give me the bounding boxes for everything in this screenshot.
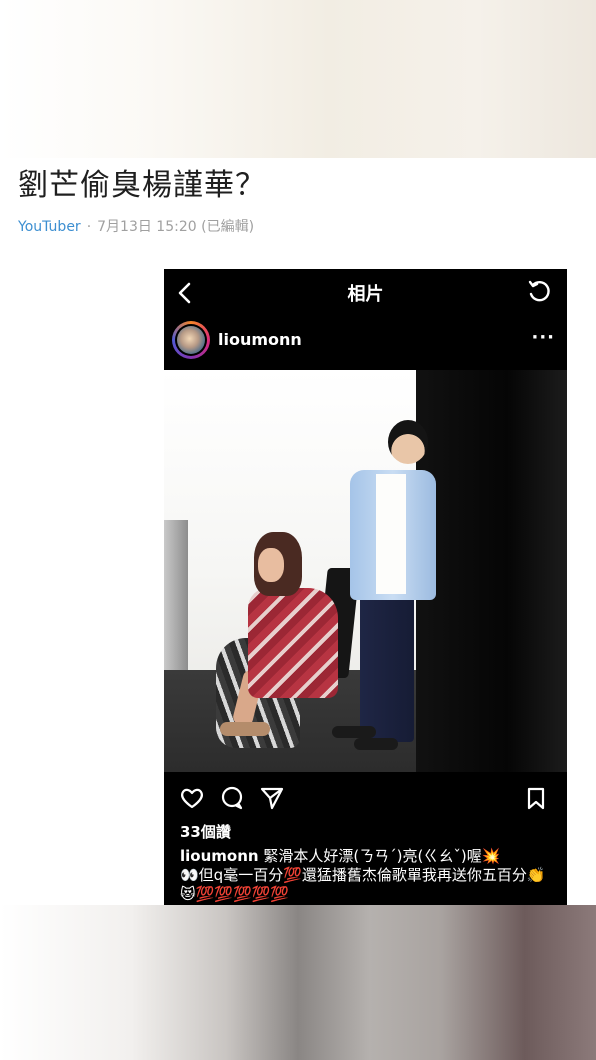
username[interactable]: lioumonn bbox=[218, 330, 302, 349]
heart-icon[interactable] bbox=[178, 784, 206, 812]
post-actions bbox=[164, 772, 567, 822]
top-blurred-image bbox=[0, 0, 596, 158]
post-date: 7月13日 15:20 (已編輯) bbox=[97, 219, 255, 235]
ig-post-header: lioumonn ··· bbox=[164, 317, 567, 369]
post-caption: lioumonn 緊滑本人好漂(ㄋㄢˊ)亮(ㄍㄠˇ)喔💥 👀但q毫一百分💯還猛播… bbox=[180, 847, 556, 904]
ig-nav-bar: 相片 bbox=[164, 269, 567, 315]
author-link[interactable]: YouTuber bbox=[18, 219, 81, 235]
bookmark-icon[interactable] bbox=[522, 784, 550, 812]
more-options-icon[interactable]: ··· bbox=[531, 327, 555, 348]
refresh-icon[interactable] bbox=[525, 278, 553, 306]
article-meta: YouTuber · 7月13日 15:20 (已編輯) bbox=[18, 216, 254, 236]
caption-username[interactable]: lioumonn bbox=[180, 847, 259, 865]
nav-title: 相片 bbox=[347, 284, 384, 305]
comment-icon[interactable] bbox=[218, 784, 246, 812]
instagram-screenshot: 相片 lioumonn ··· 33個讚 lioumonn 緊滑本人好漂(ㄋㄢˊ… bbox=[164, 269, 567, 905]
bottom-blurred-image bbox=[0, 905, 596, 1060]
like-count[interactable]: 33個讚 bbox=[180, 821, 231, 842]
meta-separator: · bbox=[86, 219, 92, 235]
share-icon[interactable] bbox=[258, 784, 286, 812]
avatar[interactable] bbox=[172, 321, 210, 359]
article-title: 劉芒偷臭楊謹華？ bbox=[18, 168, 266, 203]
post-photo bbox=[164, 370, 567, 772]
